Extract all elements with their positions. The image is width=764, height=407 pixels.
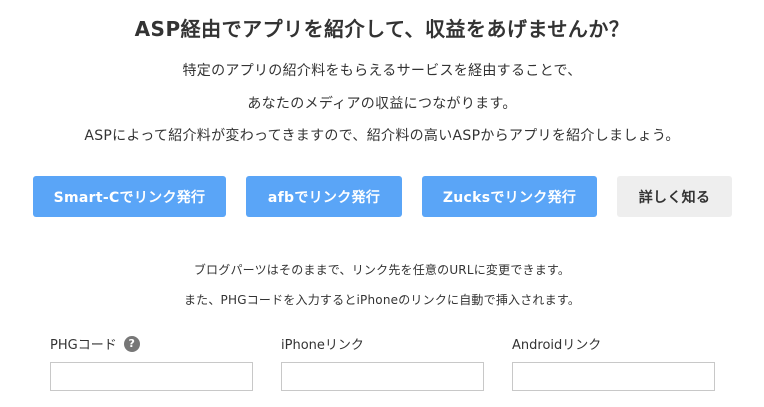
phg-code-label-text: PHGコード <box>50 338 117 353</box>
page-title: ASP経由でアプリを紹介して、収益をあげませんか？ <box>134 17 630 41</box>
afb-link-button[interactable]: afbでリンク発行 <box>246 176 402 217</box>
iphone-link-label: iPhoneリンク <box>281 338 364 353</box>
description-line-1: 特定のアプリの紹介料をもらえるサービスを経由することで、 <box>182 63 582 79</box>
learn-more-button[interactable]: 詳しく知る <box>617 176 732 217</box>
asp-link-panel: ASP経由でアプリを紹介して、収益をあげませんか？ 特定のアプリの紹介料をもらえ… <box>0 0 764 407</box>
phg-code-label: PHGコード ? <box>50 334 140 353</box>
iphone-link-input[interactable] <box>281 362 484 391</box>
note-line-1: ブログパーツはそのままで、リンク先を任意のURLに変更できます。 <box>193 263 571 277</box>
smartc-link-button[interactable]: Smart-Cでリンク発行 <box>33 176 226 217</box>
android-link-label: Androidリンク <box>512 338 602 353</box>
note-line-2: また、PHGコードを入力するとiPhoneのリンクに自動で挿入されます。 <box>183 293 581 307</box>
help-icon[interactable]: ? <box>123 335 140 352</box>
zucks-link-button[interactable]: Zucksでリンク発行 <box>422 176 597 217</box>
android-link-input[interactable] <box>512 362 715 391</box>
description-line-2: あなたのメディアの収益につながります。 <box>247 96 517 112</box>
description-line-3: ASPによって紹介料が変わってきますので、紹介料の高いASPからアプリを紹介しま… <box>84 128 680 144</box>
phg-code-input[interactable] <box>50 362 253 391</box>
